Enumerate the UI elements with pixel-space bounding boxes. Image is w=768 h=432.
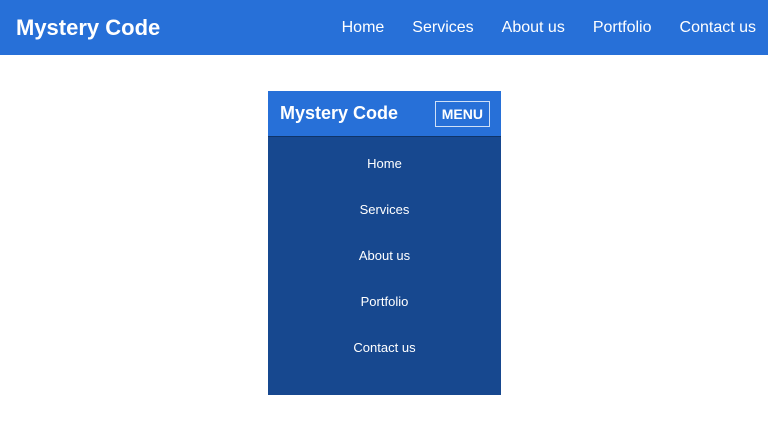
desktop-nav-contact-us[interactable]: Contact us bbox=[680, 19, 756, 37]
desktop-navbar: Mystery Code Home Services About us Port… bbox=[0, 0, 768, 55]
desktop-nav-about-us[interactable]: About us bbox=[502, 19, 565, 37]
desktop-nav-portfolio[interactable]: Portfolio bbox=[593, 19, 652, 37]
desktop-nav-home[interactable]: Home bbox=[342, 19, 385, 37]
mobile-nav-list: Home Services About us Portfolio Contact… bbox=[268, 137, 501, 371]
mobile-header: Mystery Code MENU bbox=[268, 91, 501, 137]
mobile-nav-about-us[interactable]: About us bbox=[268, 233, 501, 279]
desktop-brand-logo[interactable]: Mystery Code bbox=[16, 0, 160, 55]
mobile-navbar-preview: Mystery Code MENU Home Services About us… bbox=[268, 91, 501, 395]
desktop-nav: Home Services About us Portfolio Contact… bbox=[342, 0, 756, 55]
mobile-nav-contact-us[interactable]: Contact us bbox=[268, 325, 501, 371]
mobile-nav-home[interactable]: Home bbox=[268, 141, 501, 187]
menu-toggle-button[interactable]: MENU bbox=[434, 101, 490, 127]
mobile-nav-services[interactable]: Services bbox=[268, 187, 501, 233]
mobile-nav-portfolio[interactable]: Portfolio bbox=[268, 279, 501, 325]
mobile-brand-logo[interactable]: Mystery Code bbox=[280, 91, 398, 136]
desktop-nav-services[interactable]: Services bbox=[412, 19, 473, 37]
